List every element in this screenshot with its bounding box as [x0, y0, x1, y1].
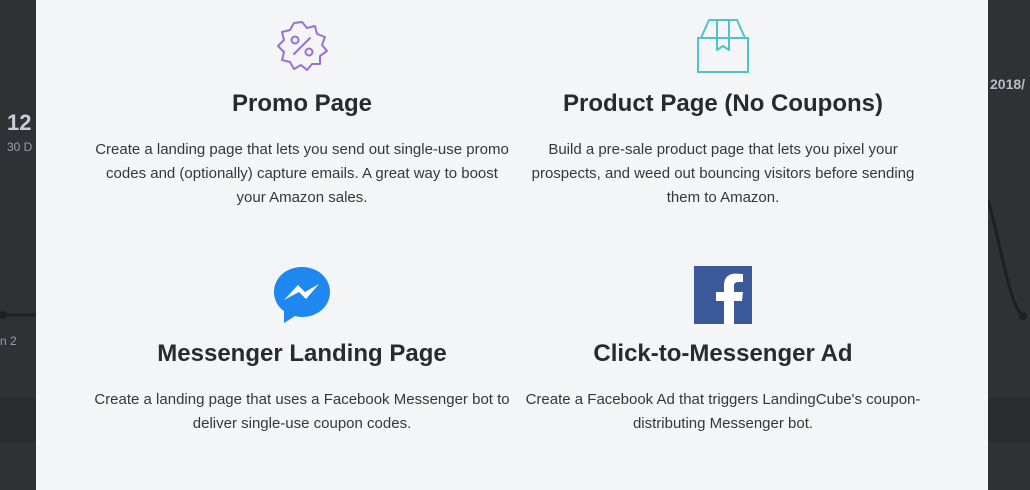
card-product-page[interactable]: Product Page (No Coupons) Build a pre-sa…	[513, 0, 933, 240]
card-title: Promo Page	[231, 90, 373, 117]
card-click-to-messenger-ad[interactable]: Click-to-Messenger Ad Create a Facebook …	[513, 250, 933, 450]
card-description: Create a landing page that uses a Facebo…	[94, 391, 510, 432]
background-stat-value: 12	[7, 110, 32, 135]
background-axis-label: n 2	[0, 334, 17, 348]
card-title: Messenger Landing Page	[157, 340, 447, 367]
card-promo-page[interactable]: Promo Page Create a landing page that le…	[92, 0, 512, 240]
card-title: Click-to-Messenger Ad	[593, 340, 853, 367]
card-description: Create a landing page that lets you send…	[95, 141, 509, 206]
background-stat-caption: 30 D	[7, 140, 33, 154]
card-messenger-landing-page[interactable]: Messenger Landing Page Create a landing …	[92, 250, 512, 450]
card-description: Build a pre-sale product page that lets …	[531, 141, 915, 206]
percent-badge-icon	[274, 18, 330, 79]
card-title: Product Page (No Coupons)	[563, 90, 883, 117]
facebook-icon	[694, 266, 752, 329]
background-date-label: 2018/	[990, 76, 1026, 92]
box-icon	[693, 16, 753, 81]
page-type-modal: Promo Page Create a landing page that le…	[36, 0, 988, 490]
messenger-icon	[272, 264, 332, 331]
card-description: Create a Facebook Ad that triggers Landi…	[525, 391, 921, 432]
